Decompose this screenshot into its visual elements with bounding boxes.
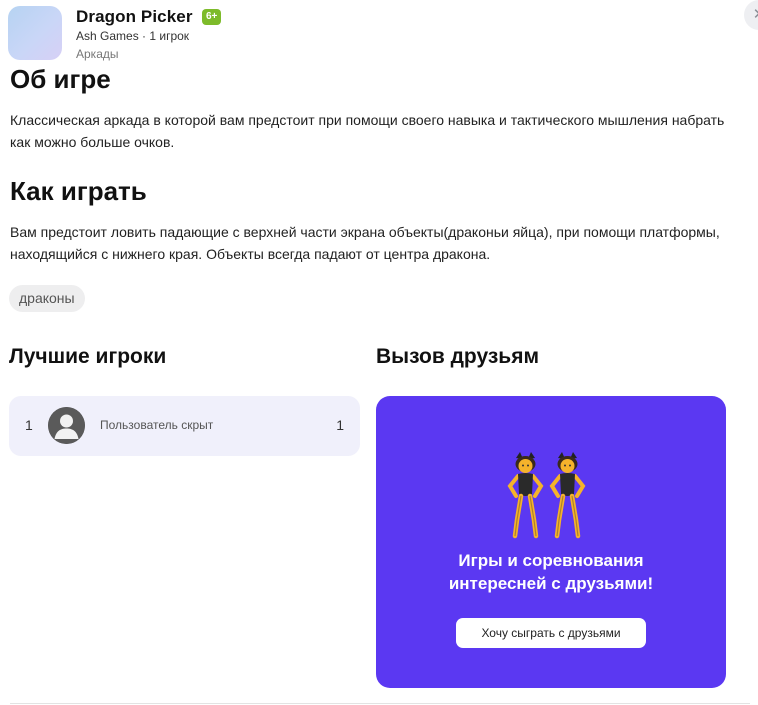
dancing-friends-icon [506, 452, 590, 540]
game-header: Dragon Picker 6+ Ash Games · 1 игрок Арк… [8, 0, 758, 62]
challenge-heading: Вызов друзьям [376, 345, 540, 368]
developer-and-players[interactable]: Ash Games · 1 игрок [76, 29, 189, 43]
app-icon [8, 6, 62, 60]
challenge-text: Игры и соревнования интересней с друзьям… [448, 551, 654, 593]
leaderboard-heading: Лучшие игроки [9, 345, 167, 368]
play-with-friends-button[interactable]: Хочу сыграть с друзьями [456, 618, 646, 648]
user-avatar-icon [48, 407, 85, 444]
genre-link[interactable]: Аркады [76, 47, 119, 61]
how-to-play-text: Вам предстоит ловить падающие с верхней … [10, 224, 720, 262]
leaderboard-row: 1 Пользователь скрыт 1 [9, 396, 360, 456]
player-score: 1 [336, 417, 344, 433]
app-title: Dragon Picker [76, 7, 193, 26]
close-icon[interactable]: ✕ [744, 0, 758, 30]
about-heading: Об игре [10, 64, 111, 94]
how-to-play-heading: Как играть [10, 176, 147, 206]
age-rating-badge: 6+ [202, 9, 222, 25]
player-rank: 1 [25, 417, 33, 433]
challenge-card: Игры и соревнования интересней с друзьям… [376, 396, 726, 688]
player-name: Пользователь скрыт [100, 418, 214, 432]
about-text: Классическая аркада в которой вам предст… [10, 112, 725, 150]
section-divider [10, 703, 750, 704]
tag-dragons[interactable]: драконы [9, 285, 85, 312]
